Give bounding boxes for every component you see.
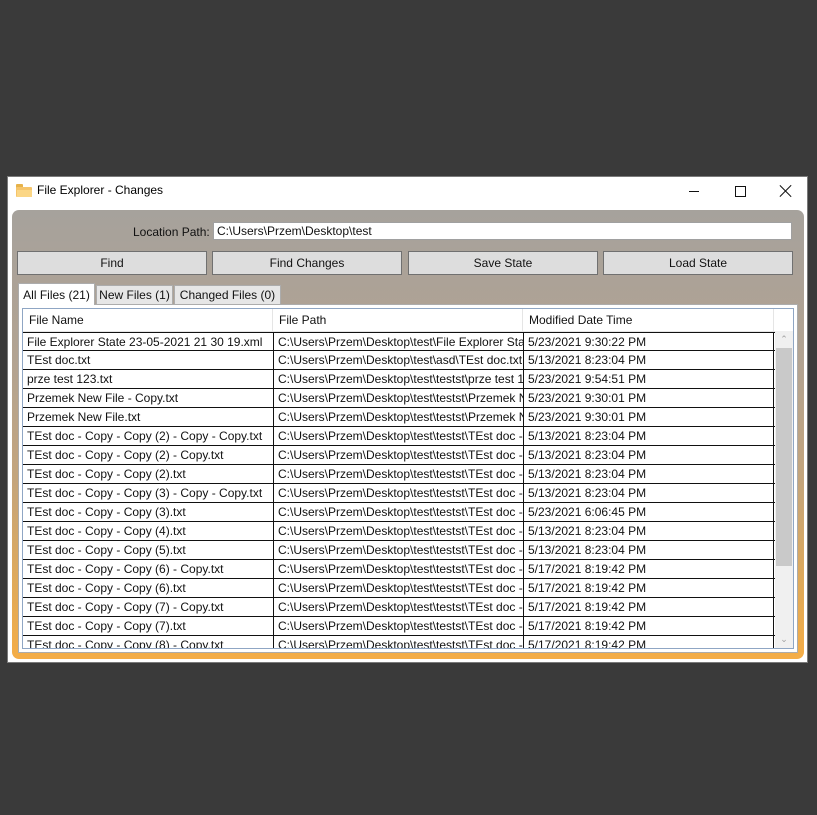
table-row[interactable]: prze test 123.txt C:\Users\Przem\Desktop\… (23, 370, 775, 389)
cell-file-name[interactable]: TEst doc - Copy - Copy (4).txt (23, 522, 273, 540)
column-header-file-path[interactable]: File Path (273, 309, 523, 331)
cell-modified-date-time[interactable]: 5/13/2021 8:23:04 PM (523, 351, 774, 369)
vertical-scrollbar[interactable]: ⌃ ⌄ (775, 331, 793, 648)
tab-changed-files[interactable]: Changed Files (0) (174, 285, 281, 304)
cell-file-name[interactable]: TEst doc - Copy - Copy (3).txt (23, 503, 273, 521)
cell-file-path[interactable]: C:\Users\Przem\Desktop\test\testst\TEst … (273, 617, 523, 635)
location-path-label: Location Path: (133, 225, 210, 239)
table-row[interactable]: TEst doc - Copy - Copy (6).txt C:\Users\P… (23, 579, 775, 598)
cell-modified-date-time[interactable]: 5/13/2021 8:23:04 PM (523, 541, 774, 559)
cell-file-path[interactable]: C:\Users\Przem\Desktop\test\testst\TEst … (273, 522, 523, 540)
cell-file-name[interactable]: TEst doc - Copy - Copy (6) - Copy.txt (23, 560, 273, 578)
chevron-up-icon[interactable]: ⌃ (775, 331, 793, 348)
table-row[interactable]: TEst doc - Copy - Copy (2) - Copy - Copy… (23, 427, 775, 446)
location-path-input[interactable] (213, 222, 792, 240)
window-title: File Explorer - Changes (37, 183, 164, 197)
cell-file-path[interactable]: C:\Users\Przem\Desktop\test\testst\prze … (273, 370, 523, 388)
cell-file-path[interactable]: C:\Users\Przem\Desktop\test\testst\TEst … (273, 465, 523, 483)
cell-file-name[interactable]: prze test 123.txt (23, 370, 273, 388)
cell-modified-date-time[interactable]: 5/23/2021 9:30:01 PM (523, 408, 774, 426)
close-button[interactable] (763, 177, 809, 205)
table-row[interactable]: TEst doc - Copy - Copy (2).txt C:\Users\P… (23, 465, 775, 484)
tab-new-files[interactable]: New Files (1) (96, 285, 173, 304)
cell-file-path[interactable]: C:\Users\Przem\Desktop\test\File Explore… (273, 333, 523, 351)
cell-file-name[interactable]: TEst doc - Copy - Copy (2) - Copy.txt (23, 446, 273, 464)
find-changes-button[interactable]: Find Changes (212, 251, 402, 275)
table-row[interactable]: Przemek New File - Copy.txt C:\Users\Prze… (23, 389, 775, 408)
cell-file-path[interactable]: C:\Users\Przem\Desktop\test\testst\TEst … (273, 579, 523, 597)
table-row[interactable]: TEst doc - Copy - Copy (2) - Copy.txt C:\… (23, 446, 775, 465)
cell-modified-date-time[interactable]: 5/17/2021 8:19:42 PM (523, 560, 774, 578)
cell-file-name[interactable]: TEst doc - Copy - Copy (2) - Copy - Copy… (23, 427, 273, 445)
table-row[interactable]: TEst doc - Copy - Copy (7).txt C:\Users\P… (23, 617, 775, 636)
save-state-button[interactable]: Save State (408, 251, 598, 275)
cell-modified-date-time[interactable]: 5/23/2021 9:30:22 PM (523, 333, 774, 351)
cell-file-path[interactable]: C:\Users\Przem\Desktop\test\asd\TEst doc… (273, 351, 523, 369)
scrollbar-thumb[interactable] (776, 348, 792, 566)
table-row[interactable]: Przemek New File.txt C:\Users\Przem\Deskt… (23, 408, 775, 427)
cell-modified-date-time[interactable]: 5/13/2021 8:23:04 PM (523, 446, 774, 464)
cell-file-path[interactable]: C:\Users\Przem\Desktop\test\testst\Przem… (273, 389, 523, 407)
cell-file-path[interactable]: C:\Users\Przem\Desktop\test\testst\TEst … (273, 484, 523, 502)
cell-file-path[interactable]: C:\Users\Przem\Desktop\test\testst\TEst … (273, 541, 523, 559)
app-window: File Explorer - Changes Location Path: F… (7, 176, 808, 663)
files-table: File Name File Path Modified Date Time F… (22, 308, 794, 649)
cell-modified-date-time[interactable]: 5/17/2021 8:19:42 PM (523, 579, 774, 597)
minimize-button[interactable] (671, 177, 717, 205)
cell-modified-date-time[interactable]: 5/13/2021 8:23:04 PM (523, 522, 774, 540)
tab-content: File Name File Path Modified Date Time F… (18, 304, 798, 653)
cell-file-name[interactable]: Przemek New File.txt (23, 408, 273, 426)
cell-modified-date-time[interactable]: 5/13/2021 8:23:04 PM (523, 484, 774, 502)
cell-file-name[interactable]: TEst doc - Copy - Copy (8) - Copy.txt (23, 636, 273, 648)
table-header: File Name File Path Modified Date Time (23, 309, 775, 332)
table-row[interactable]: TEst doc - Copy - Copy (8) - Copy.txt C:\… (23, 636, 775, 648)
table-row[interactable]: TEst doc - Copy - Copy (4).txt C:\Users\P… (23, 522, 775, 541)
cell-file-path[interactable]: C:\Users\Przem\Desktop\test\testst\TEst … (273, 503, 523, 521)
find-button[interactable]: Find (17, 251, 207, 275)
cell-modified-date-time[interactable]: 5/17/2021 8:19:42 PM (523, 598, 774, 616)
cell-file-name[interactable]: Przemek New File - Copy.txt (23, 389, 273, 407)
cell-file-path[interactable]: C:\Users\Przem\Desktop\test\testst\TEst … (273, 636, 523, 648)
title-bar[interactable]: File Explorer - Changes (8, 177, 807, 205)
maximize-icon (734, 185, 746, 197)
cell-file-path[interactable]: C:\Users\Przem\Desktop\test\testst\TEst … (273, 598, 523, 616)
table-row[interactable]: TEst doc - Copy - Copy (3).txt C:\Users\P… (23, 503, 775, 522)
cell-file-name[interactable]: TEst doc - Copy - Copy (6).txt (23, 579, 273, 597)
cell-file-path[interactable]: C:\Users\Przem\Desktop\test\testst\TEst … (273, 427, 523, 445)
cell-modified-date-time[interactable]: 5/23/2021 6:06:45 PM (523, 503, 774, 521)
table-row[interactable]: TEst doc - Copy - Copy (3) - Copy - Copy… (23, 484, 775, 503)
chevron-down-icon[interactable]: ⌄ (775, 631, 793, 648)
maximize-button[interactable] (717, 177, 763, 205)
table-body: File Explorer State 23-05-2021 21 30 19.… (23, 332, 775, 648)
cell-file-path[interactable]: C:\Users\Przem\Desktop\test\testst\TEst … (273, 446, 523, 464)
table-row[interactable]: TEst doc.txt C:\Users\Przem\Desktop\test\… (23, 351, 775, 370)
cell-modified-date-time[interactable]: 5/23/2021 9:30:01 PM (523, 389, 774, 407)
cell-modified-date-time[interactable]: 5/17/2021 8:19:42 PM (523, 617, 774, 635)
table-row[interactable]: TEst doc - Copy - Copy (5).txt C:\Users\P… (23, 541, 775, 560)
column-header-file-name[interactable]: File Name (23, 309, 273, 331)
main-panel: Location Path: Find Find Changes Save St… (12, 210, 804, 659)
cell-file-path[interactable]: C:\Users\Przem\Desktop\test\testst\TEst … (273, 560, 523, 578)
table-row[interactable]: TEst doc - Copy - Copy (6) - Copy.txt C:\… (23, 560, 775, 579)
table-row[interactable]: File Explorer State 23-05-2021 21 30 19.… (23, 332, 775, 351)
tab-all-files[interactable]: All Files (21) (18, 283, 95, 305)
cell-file-name[interactable]: TEst doc - Copy - Copy (5).txt (23, 541, 273, 559)
cell-file-name[interactable]: TEst doc - Copy - Copy (7).txt (23, 617, 273, 635)
cell-file-path[interactable]: C:\Users\Przem\Desktop\test\testst\Przem… (273, 408, 523, 426)
table-row[interactable]: TEst doc - Copy - Copy (7) - Copy.txt C:\… (23, 598, 775, 617)
cell-modified-date-time[interactable]: 5/13/2021 8:23:04 PM (523, 465, 774, 483)
minimize-icon (689, 190, 699, 192)
cell-modified-date-time[interactable]: 5/23/2021 9:54:51 PM (523, 370, 774, 388)
cell-file-name[interactable]: TEst doc - Copy - Copy (7) - Copy.txt (23, 598, 273, 616)
cell-file-name[interactable]: TEst doc.txt (23, 351, 273, 369)
load-state-button[interactable]: Load State (603, 251, 793, 275)
close-icon (780, 185, 792, 197)
cell-file-name[interactable]: TEst doc - Copy - Copy (3) - Copy - Copy… (23, 484, 273, 502)
column-header-modified-date-time[interactable]: Modified Date Time (523, 309, 774, 331)
folder-icon (16, 184, 32, 197)
cell-modified-date-time[interactable]: 5/17/2021 8:19:42 PM (523, 636, 774, 648)
cell-file-name[interactable]: File Explorer State 23-05-2021 21 30 19.… (23, 333, 273, 351)
cell-modified-date-time[interactable]: 5/13/2021 8:23:04 PM (523, 427, 774, 445)
cell-file-name[interactable]: TEst doc - Copy - Copy (2).txt (23, 465, 273, 483)
